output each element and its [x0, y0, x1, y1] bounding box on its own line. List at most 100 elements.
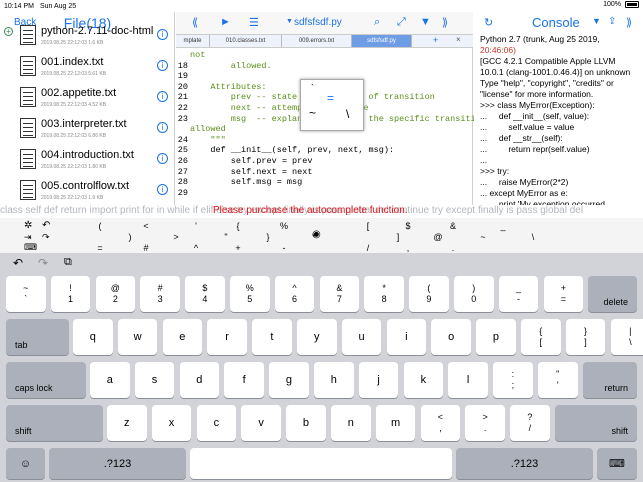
punctuation-key[interactable]: :;: [493, 362, 533, 398]
tab-errors[interactable]: 009.errors.txt: [282, 35, 352, 47]
accessory-symbol-key[interactable]: \: [525, 232, 541, 242]
letter-key[interactable]: f: [224, 362, 264, 398]
file-list-item[interactable]: 001.index.txt 2019.08.25 22:12:03 5.61 KB…: [0, 53, 175, 83]
jump-start-icon[interactable]: ⟪: [192, 16, 198, 29]
accessory-symbol-key[interactable]: <: [138, 221, 154, 231]
keyboard-small-icon[interactable]: ⌨: [24, 242, 37, 253]
accessory-symbol-key[interactable]: @: [430, 232, 446, 242]
info-icon[interactable]: i: [157, 29, 168, 40]
accessory-symbol-key[interactable]: /: [360, 243, 376, 253]
undo-arrow-icon[interactable]: ↶: [42, 220, 50, 231]
info-icon[interactable]: i: [157, 91, 168, 102]
file-list-item[interactable]: + python-2.7.11-doc-html 2019.08.25 22:12:…: [0, 22, 175, 52]
list-icon[interactable]: ☰: [249, 16, 259, 29]
tab-mplate[interactable]: mplate: [176, 35, 210, 47]
bracket-key[interactable]: | \: [610, 319, 643, 355]
key-number[interactable]: % 5: [230, 276, 270, 312]
accessory-symbol-key[interactable]: {: [230, 221, 246, 231]
redo-icon[interactable]: ↷: [38, 256, 48, 270]
accessory-symbol-key[interactable]: ~: [475, 232, 491, 242]
letter-key[interactable]: i: [386, 319, 427, 355]
letter-key[interactable]: m: [375, 405, 416, 441]
shift-left-key[interactable]: shift: [6, 405, 103, 441]
accessory-symbol-key[interactable]: &: [445, 221, 461, 231]
close-tab-icon[interactable]: ×: [456, 35, 461, 44]
letter-key[interactable]: z: [107, 405, 147, 441]
add-tab-icon[interactable]: +: [433, 35, 438, 45]
letter-key[interactable]: o: [431, 319, 471, 355]
letter-key[interactable]: j: [358, 362, 399, 398]
play-icon[interactable]: ►: [220, 16, 231, 28]
punctuation-key[interactable]: " ': [538, 362, 578, 398]
accessory-symbol-key[interactable]: ]: [390, 232, 406, 242]
accessory-symbol-key[interactable]: (: [92, 221, 108, 231]
accessory-symbol-key[interactable]: [: [360, 221, 376, 231]
key-number[interactable]: ! 1: [50, 276, 91, 312]
letter-key[interactable]: b: [286, 405, 326, 441]
numbers-key-right[interactable]: .?123: [456, 448, 593, 479]
accessory-symbol-key[interactable]: -: [276, 243, 292, 253]
letter-key[interactable]: n: [331, 405, 371, 441]
redo-arrow-icon[interactable]: ↷: [42, 232, 50, 243]
key-number[interactable]: @2: [95, 276, 136, 312]
tab-sdfsfsdf[interactable]: sdfsfsdf.py: [352, 35, 412, 47]
hide-keyboard-key[interactable]: ⌨: [597, 448, 637, 479]
accessory-symbol-key[interactable]: #: [138, 243, 154, 253]
letter-key[interactable]: p: [476, 319, 516, 355]
tab-key[interactable]: tab: [6, 319, 69, 355]
caps-lock-key[interactable]: caps lock: [6, 362, 86, 398]
settings-icon[interactable]: ✲: [24, 220, 32, 231]
letter-key[interactable]: a: [90, 362, 130, 398]
share-icon[interactable]: ⇪: [608, 16, 616, 27]
info-icon[interactable]: i: [157, 122, 168, 133]
console-output[interactable]: Python 2.7 (trunk, Aug 25 2019, 20:46:06)…: [480, 34, 643, 220]
letter-key[interactable]: r: [207, 319, 247, 355]
emoji-key[interactable]: ☺: [6, 448, 45, 479]
bracket-key[interactable]: {[: [521, 319, 561, 355]
accessory-symbol-key[interactable]: ,: [400, 243, 416, 253]
letter-key[interactable]: v: [241, 405, 281, 441]
numbers-key-left[interactable]: .?123: [49, 448, 186, 479]
key-number[interactable]: _ -: [498, 276, 539, 312]
punctuation-key[interactable]: >.: [465, 405, 505, 441]
key-number[interactable]: #3: [140, 276, 180, 312]
letter-key[interactable]: s: [134, 362, 175, 398]
accessory-symbol-key[interactable]: +: [230, 243, 246, 253]
accessory-symbol-key[interactable]: %: [276, 221, 292, 231]
accessory-symbol-key[interactable]: _: [495, 221, 511, 231]
delete-key[interactable]: delete: [588, 276, 637, 312]
key-number[interactable]: (9: [409, 276, 449, 312]
popup-tilde[interactable]: ~: [309, 106, 316, 120]
return-key[interactable]: return: [582, 362, 637, 398]
popup-backtick[interactable]: `: [311, 83, 314, 93]
accessory-symbol-key[interactable]: .: [445, 243, 461, 253]
popup-backslash[interactable]: \: [346, 107, 349, 121]
file-list-item[interactable]: 002.appetite.txt 2019.08.25 22:12:03 4.52…: [0, 84, 175, 114]
key-number[interactable]: & 7: [319, 276, 360, 312]
accessory-symbol-key[interactable]: ^: [188, 243, 204, 253]
console-dropdown-icon[interactable]: ▼: [592, 16, 601, 26]
letter-key[interactable]: g: [269, 362, 309, 398]
punctuation-key[interactable]: <,: [420, 405, 461, 441]
letter-key[interactable]: t: [252, 319, 292, 355]
punctuation-key[interactable]: ? /: [510, 405, 550, 441]
accessory-symbol-key[interactable]: $: [400, 221, 416, 231]
info-icon[interactable]: i: [157, 153, 168, 164]
tab-classes[interactable]: 010.classes.txt: [210, 35, 282, 47]
accessory-symbol-key[interactable]: *: [306, 232, 322, 242]
dropdown-icon[interactable]: ▼: [286, 18, 293, 25]
letter-key[interactable]: w: [117, 319, 158, 355]
accessory-symbol-key[interactable]: ": [218, 232, 234, 242]
accessory-symbol-key[interactable]: =: [92, 243, 108, 253]
expand-icon[interactable]: ⤢: [397, 16, 406, 29]
search-icon[interactable]: ⌕: [374, 16, 380, 29]
key-number[interactable]: ~ `: [6, 276, 46, 312]
letter-key[interactable]: l: [448, 362, 488, 398]
key-number[interactable]: ^ 6: [274, 276, 315, 312]
console-jump-end-icon[interactable]: ⟫: [626, 16, 632, 29]
key-number[interactable]: + =: [543, 276, 584, 312]
jump-end-icon[interactable]: ⟫: [442, 16, 448, 29]
refresh-icon[interactable]: ↻: [484, 16, 493, 29]
letter-key[interactable]: q: [73, 319, 113, 355]
letter-key[interactable]: x: [151, 405, 192, 441]
